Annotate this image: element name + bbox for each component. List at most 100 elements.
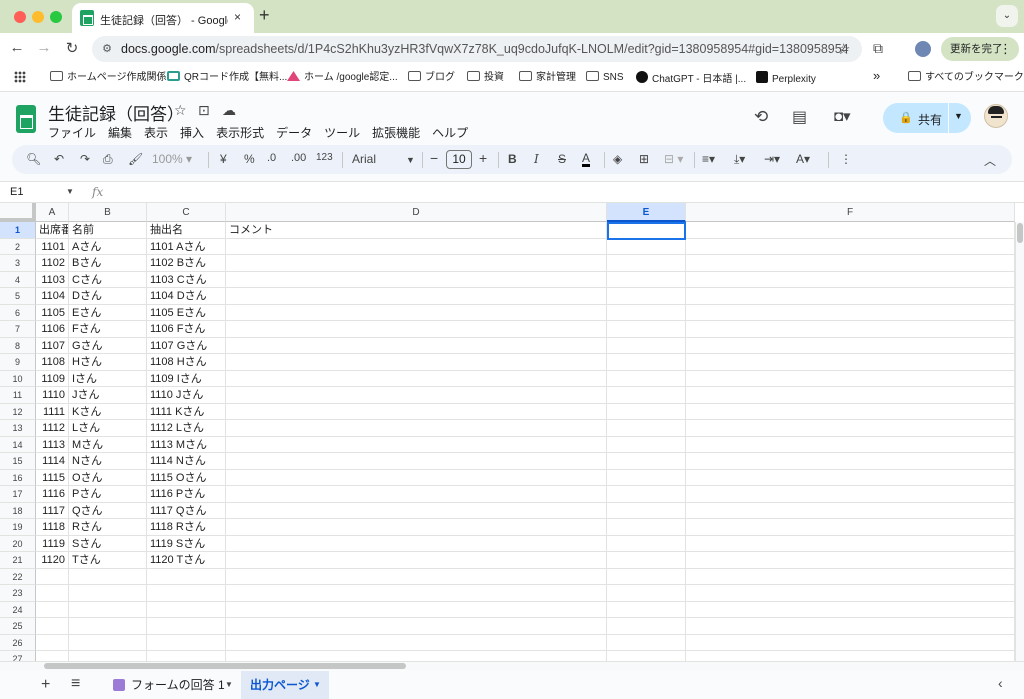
cell-d18[interactable] bbox=[226, 502, 607, 519]
forward-arrow-icon[interactable]: → bbox=[34, 39, 54, 56]
menu-view[interactable]: 表示 bbox=[144, 124, 168, 140]
sheet-nav-button[interactable]: ‹ bbox=[998, 675, 1003, 691]
cell-c25[interactable] bbox=[147, 618, 226, 635]
cell-e24[interactable] bbox=[607, 601, 686, 618]
cell-a8[interactable]: 1107 bbox=[36, 337, 69, 354]
name-box-dropdown-icon[interactable]: ▼ bbox=[66, 187, 74, 196]
cell-d12[interactable] bbox=[226, 403, 607, 420]
active-cell-e1[interactable] bbox=[607, 222, 686, 240]
column-header-e[interactable]: E bbox=[607, 203, 686, 222]
cell-d14[interactable] bbox=[226, 436, 607, 453]
cell-d1[interactable]: コメント bbox=[226, 222, 607, 239]
cell-b6[interactable]: Eさん bbox=[69, 304, 147, 321]
menu-extensions[interactable]: 拡張機能 bbox=[372, 124, 420, 140]
cell-d7[interactable] bbox=[226, 321, 607, 338]
cell-b18[interactable]: Qさん bbox=[69, 502, 147, 519]
bookmark-folder-homepage[interactable]: ホームページ作成関係 bbox=[50, 71, 167, 85]
cell-f1[interactable] bbox=[686, 222, 1015, 239]
cell-b27[interactable] bbox=[69, 651, 147, 661]
user-avatar[interactable] bbox=[984, 104, 1008, 128]
cell-e2[interactable] bbox=[607, 238, 686, 255]
cell-f27[interactable] bbox=[686, 651, 1015, 661]
cell-c12[interactable]: 1111 Kさん bbox=[147, 403, 226, 420]
cell-e26[interactable] bbox=[607, 634, 686, 651]
cell-f8[interactable] bbox=[686, 337, 1015, 354]
cell-d21[interactable] bbox=[226, 552, 607, 569]
cell-e6[interactable] bbox=[607, 304, 686, 321]
cell-c6[interactable]: 1105 Eさん bbox=[147, 304, 226, 321]
cell-c23[interactable] bbox=[147, 585, 226, 602]
format-percent-button[interactable]: % bbox=[244, 152, 255, 166]
row-header[interactable]: 6 bbox=[0, 304, 36, 321]
cell-a18[interactable]: 1117 bbox=[36, 502, 69, 519]
new-tab-button[interactable]: + bbox=[259, 5, 270, 26]
all-sheets-button[interactable]: ≡ bbox=[71, 675, 80, 693]
cell-d17[interactable] bbox=[226, 486, 607, 503]
row-header[interactable]: 11 bbox=[0, 387, 36, 404]
bold-button[interactable]: B bbox=[508, 152, 517, 166]
cell-b17[interactable]: Pさん bbox=[69, 486, 147, 503]
cell-f17[interactable] bbox=[686, 486, 1015, 503]
row-header[interactable]: 13 bbox=[0, 420, 36, 437]
meet-camera-icon[interactable]: ◘▾ bbox=[834, 107, 851, 125]
cell-d4[interactable] bbox=[226, 271, 607, 288]
horizontal-scrollbar[interactable] bbox=[0, 661, 1024, 670]
cell-d5[interactable] bbox=[226, 288, 607, 305]
more-toolbar-icon[interactable]: ⋮ bbox=[840, 152, 852, 166]
vertical-align-icon[interactable]: ⤓▾ bbox=[734, 152, 745, 167]
row-header[interactable]: 17 bbox=[0, 486, 36, 503]
cell-b4[interactable]: Cさん bbox=[69, 271, 147, 288]
row-header[interactable]: 16 bbox=[0, 469, 36, 486]
cell-f4[interactable] bbox=[686, 271, 1015, 288]
profile-avatar[interactable] bbox=[915, 41, 931, 57]
menu-data[interactable]: データ bbox=[276, 124, 312, 140]
text-rotation-icon[interactable]: A▾ bbox=[796, 152, 810, 166]
cell-a5[interactable]: 1104 bbox=[36, 288, 69, 305]
cell-b22[interactable] bbox=[69, 568, 147, 585]
collapse-menus-icon[interactable]: ︿ bbox=[984, 152, 996, 169]
move-to-folder-icon[interactable]: ⊡ bbox=[198, 102, 210, 119]
column-header-c[interactable]: C bbox=[147, 203, 226, 222]
cell-f9[interactable] bbox=[686, 354, 1015, 371]
cell-e9[interactable] bbox=[607, 354, 686, 371]
cell-a11[interactable]: 1110 bbox=[36, 387, 69, 404]
print-icon[interactable]: ⎙ bbox=[103, 152, 113, 167]
cell-d9[interactable] bbox=[226, 354, 607, 371]
cell-e20[interactable] bbox=[607, 535, 686, 552]
cell-a9[interactable]: 1108 bbox=[36, 354, 69, 371]
cell-a13[interactable]: 1112 bbox=[36, 420, 69, 437]
cell-c5[interactable]: 1104 Dさん bbox=[147, 288, 226, 305]
column-header-a[interactable]: A bbox=[36, 203, 69, 222]
cell-f7[interactable] bbox=[686, 321, 1015, 338]
row-header[interactable]: 25 bbox=[0, 618, 36, 635]
more-formats-button[interactable]: 123 bbox=[316, 152, 333, 163]
cell-b9[interactable]: Hさん bbox=[69, 354, 147, 371]
cell-a12[interactable]: 1111 bbox=[36, 403, 69, 420]
comments-icon[interactable]: ▤ bbox=[792, 107, 807, 127]
cell-f3[interactable] bbox=[686, 255, 1015, 272]
cell-b23[interactable] bbox=[69, 585, 147, 602]
increase-decimal-button[interactable]: .00 bbox=[291, 152, 306, 164]
cell-a17[interactable]: 1116 bbox=[36, 486, 69, 503]
horizontal-scrollbar-thumb[interactable] bbox=[44, 663, 406, 669]
row-header[interactable]: 20 bbox=[0, 535, 36, 552]
cell-a3[interactable]: 1102 bbox=[36, 255, 69, 272]
cell-e13[interactable] bbox=[607, 420, 686, 437]
version-history-icon[interactable]: ⟲ bbox=[754, 107, 768, 127]
italic-button[interactable]: I bbox=[534, 152, 539, 166]
more-options-icon[interactable]: ⋮ bbox=[999, 37, 1012, 61]
share-button[interactable]: 🔒 共有 ▼ bbox=[883, 103, 971, 133]
cell-a25[interactable] bbox=[36, 618, 69, 635]
cell-b2[interactable]: Aさん bbox=[69, 238, 147, 255]
column-header-d[interactable]: D bbox=[226, 203, 607, 222]
browser-tab-active[interactable]: 生徒記録（回答） - Google スプ × bbox=[72, 3, 254, 33]
cell-a23[interactable] bbox=[36, 585, 69, 602]
bookmark-perplexity[interactable]: Perplexity bbox=[756, 71, 816, 85]
minimize-window-button[interactable] bbox=[32, 11, 44, 23]
close-window-button[interactable] bbox=[14, 11, 26, 23]
cell-d3[interactable] bbox=[226, 255, 607, 272]
cell-b16[interactable]: Oさん bbox=[69, 469, 147, 486]
cell-c16[interactable]: 1115 Oさん bbox=[147, 469, 226, 486]
format-currency-button[interactable]: ¥ bbox=[220, 152, 227, 166]
cell-a14[interactable]: 1113 bbox=[36, 436, 69, 453]
